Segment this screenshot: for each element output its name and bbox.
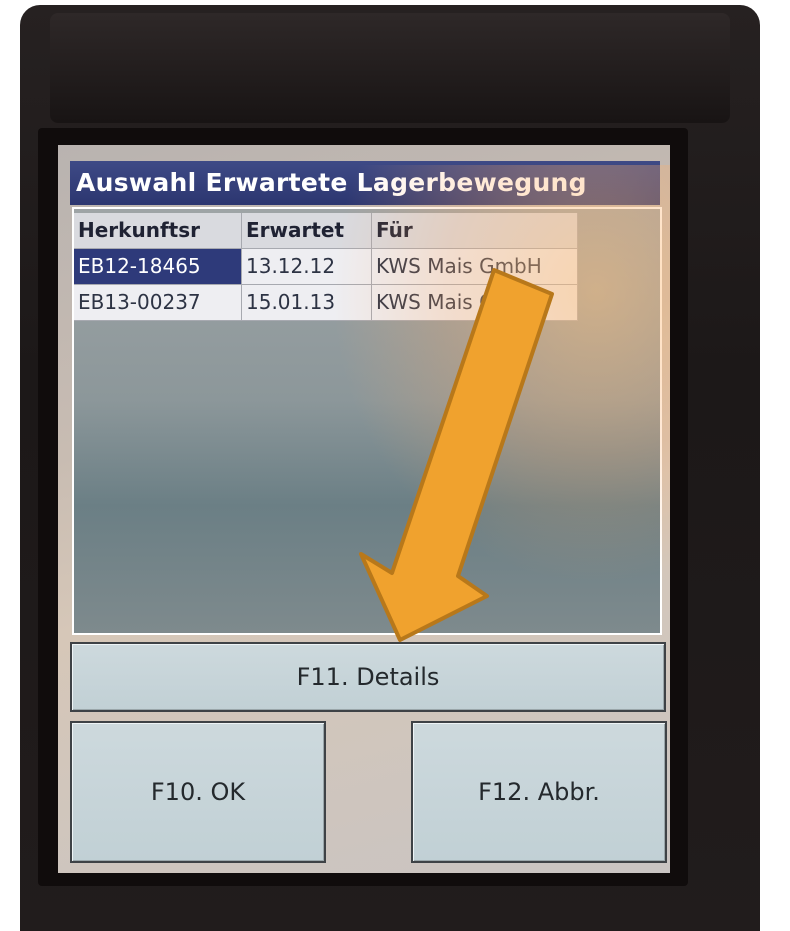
cell-fuer: KWS Mais GmbH — [372, 285, 578, 321]
cell-fuer: KWS Mais GmbH — [372, 249, 578, 285]
cell-erwartet: 15.01.13 — [242, 285, 372, 321]
window-title: Auswahl Erwartete Lagerbewegung — [70, 161, 660, 205]
device-screen: Auswahl Erwartete Lagerbewegung Herkunft… — [58, 145, 670, 873]
grid-header: Herkunftsr Erwartet Für — [74, 213, 578, 249]
table-row[interactable]: EB13-00237 15.01.13 KWS Mais GmbH — [74, 285, 578, 321]
cell-herkunft: EB13-00237 — [74, 285, 242, 321]
cell-erwartet: 13.12.12 — [242, 249, 372, 285]
ok-button[interactable]: F10. OK — [70, 721, 326, 863]
data-grid: Herkunftsr Erwartet Für EB12-18465 13.12… — [74, 213, 578, 321]
column-header-erwartet[interactable]: Erwartet — [242, 213, 372, 249]
column-header-fuer[interactable]: Für — [372, 213, 578, 249]
cancel-button[interactable]: F12. Abbr. — [411, 721, 667, 863]
device-top-panel — [50, 13, 730, 123]
details-button[interactable]: F11. Details — [70, 642, 666, 712]
cell-herkunft: EB12-18465 — [74, 249, 242, 285]
column-header-herkunft[interactable]: Herkunftsr — [74, 213, 242, 249]
movement-list[interactable]: Herkunftsr Erwartet Für EB12-18465 13.12… — [72, 207, 662, 635]
table-row[interactable]: EB12-18465 13.12.12 KWS Mais GmbH — [74, 249, 578, 285]
